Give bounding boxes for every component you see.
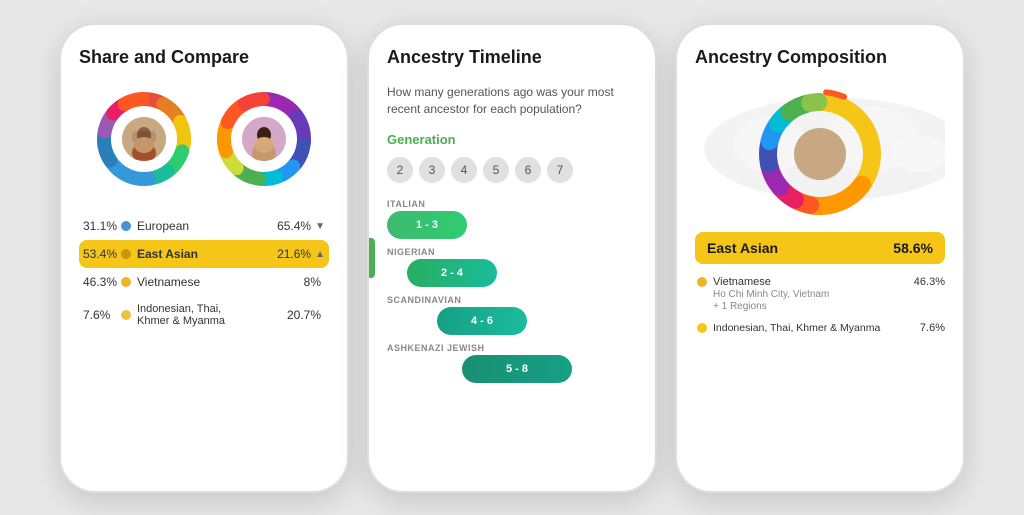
stat-pct-european-right: 65.4% (277, 219, 311, 233)
comp-sub-indonesian: Indonesian, Thai, Khmer & Myanma 7.6% (695, 322, 945, 334)
phone1-content: Share and Compare (61, 25, 347, 491)
stat-label-indonesian: Indonesian, Thai,Khmer & Myanma (137, 303, 287, 327)
gen-numbers-row: 2 3 4 5 6 7 (387, 157, 637, 183)
stat-row-indonesian[interactable]: 7.6% Indonesian, Thai,Khmer & Myanma 20.… (79, 296, 329, 334)
gen-num-3[interactable]: 3 (419, 157, 445, 183)
tl-item-nigerian: NIGERIAN 2 - 4 (387, 247, 637, 287)
phone2-title: Ancestry Timeline (387, 47, 637, 69)
comp-sub-row-indonesian: Indonesian, Thai, Khmer & Myanma 7.6% (697, 322, 945, 334)
comp-label-east-asian: East Asian (707, 240, 778, 256)
tl-item-scandinavian: SCANDINAVIAN 4 - 6 (387, 295, 637, 335)
tl-pop-label-italian: ITALIAN (387, 199, 637, 209)
comp-label-vietnamese: Vietnamese (713, 276, 908, 288)
stat-row-east-asian[interactable]: 53.4% East Asian 21.6% ▲ (79, 240, 329, 268)
phone3-ancestry-composition: Ancestry Composition (675, 23, 965, 493)
gen-num-4[interactable]: 4 (451, 157, 477, 183)
gen-num-2[interactable]: 2 (387, 157, 413, 183)
tl-item-italian: ITALIAN 1 - 3 (387, 199, 637, 239)
phone3-content: Ancestry Composition (677, 25, 963, 491)
donut1-avatar (122, 117, 166, 161)
comp-sub-row-vietnamese: Vietnamese 46.3% (697, 276, 945, 288)
stat-dot-vietnamese (121, 277, 131, 287)
phones-container: Share and Compare (39, 3, 985, 513)
stat-pct-eastasian-left: 53.4% (83, 247, 121, 261)
stat-row-european[interactable]: 31.1% European 65.4% ▼ (79, 212, 329, 240)
avatar2-svg (242, 117, 286, 161)
stat-pct-vietnamese-right: 8% (304, 275, 321, 289)
tl-bar-wrap-italian: 1 - 3 (387, 211, 637, 239)
tl-bar-nigerian: 2 - 4 (407, 259, 497, 287)
comp-pct-east-asian: 58.6% (893, 240, 933, 256)
donut1 (89, 84, 199, 194)
phone1-share-compare: Share and Compare (59, 23, 349, 493)
tl-bar-ashkenazi: 5 - 8 (462, 355, 572, 383)
comp-detail-hcmc: Ho Chi Minh City, Vietnam (697, 289, 945, 300)
stats-list: 31.1% European 65.4% ▼ 53.4% East Asian … (79, 212, 329, 334)
tl-bar-wrap-nigerian: 2 - 4 (387, 259, 637, 287)
comp-dot-indonesian (697, 323, 707, 333)
stat-pct-vietnamese-left: 46.3% (83, 275, 121, 289)
generation-label: Generation (387, 132, 637, 147)
stat-dot-eastasian (121, 249, 131, 259)
tl-item-ashkenazi: ASHKENAZI JEWISH 5 - 8 (387, 343, 637, 383)
gen-num-6[interactable]: 6 (515, 157, 541, 183)
composition-highlight-bar: East Asian 58.6% (695, 232, 945, 264)
comp-pct-vietnamese: 46.3% (914, 276, 945, 288)
phone2-side-tab (367, 238, 375, 278)
donut2 (209, 84, 319, 194)
donut3-large (750, 84, 890, 224)
donut3-avatar (794, 128, 846, 180)
timeline-items: ITALIAN 1 - 3 NIGERIAN 2 - 4 SCANDINAVIA… (387, 199, 637, 383)
gen-num-5[interactable]: 5 (483, 157, 509, 183)
stat-pct-european-left: 31.1% (83, 219, 121, 233)
phone1-title: Share and Compare (79, 47, 329, 69)
chevron-down-icon: ▼ (315, 221, 325, 232)
stat-pct-indonesian-left: 7.6% (83, 308, 121, 322)
comp-pct-indonesian: 7.6% (920, 322, 945, 334)
avatar1-svg (122, 117, 166, 161)
gen-num-7[interactable]: 7 (547, 157, 573, 183)
tl-bar-italian: 1 - 3 (387, 211, 467, 239)
stat-pct-eastasian-right: 21.6% (277, 247, 311, 261)
stat-label-eastasian: East Asian (137, 247, 277, 261)
tl-bar-wrap-scandinavian: 4 - 6 (387, 307, 637, 335)
comp-label-indonesian: Indonesian, Thai, Khmer & Myanma (713, 322, 914, 334)
stat-row-vietnamese[interactable]: 46.3% Vietnamese 8% (79, 268, 329, 296)
donut2-avatar (242, 117, 286, 161)
comp-dot-vietnamese (697, 277, 707, 287)
tl-pop-label-ashkenazi: ASHKENAZI JEWISH (387, 343, 637, 353)
phone3-title: Ancestry Composition (695, 47, 945, 69)
stat-dot-european (121, 221, 131, 231)
phone2-content: Ancestry Timeline How many generations a… (369, 25, 655, 491)
comp-sub-vietnamese: Vietnamese 46.3% Ho Chi Minh City, Vietn… (695, 276, 945, 312)
chevron-up-icon: ▲ (315, 249, 325, 260)
stat-pct-indonesian-right: 20.7% (287, 308, 321, 322)
donut-row (79, 84, 329, 194)
avatar3-svg (794, 128, 846, 180)
phone2-ancestry-timeline: Ancestry Timeline How many generations a… (367, 23, 657, 493)
tl-bar-wrap-ashkenazi: 5 - 8 (387, 355, 637, 383)
tl-bar-scandinavian: 4 - 6 (437, 307, 527, 335)
tl-pop-label-nigerian: NIGERIAN (387, 247, 637, 257)
timeline-subtitle: How many generations ago was your most r… (387, 84, 637, 118)
comp-detail-regions: + 1 Regions (697, 301, 945, 312)
stat-label-european: European (137, 219, 277, 233)
tl-pop-label-scandinavian: SCANDINAVIAN (387, 295, 637, 305)
stat-dot-indonesian (121, 310, 131, 320)
stat-label-vietnamese: Vietnamese (137, 275, 304, 289)
